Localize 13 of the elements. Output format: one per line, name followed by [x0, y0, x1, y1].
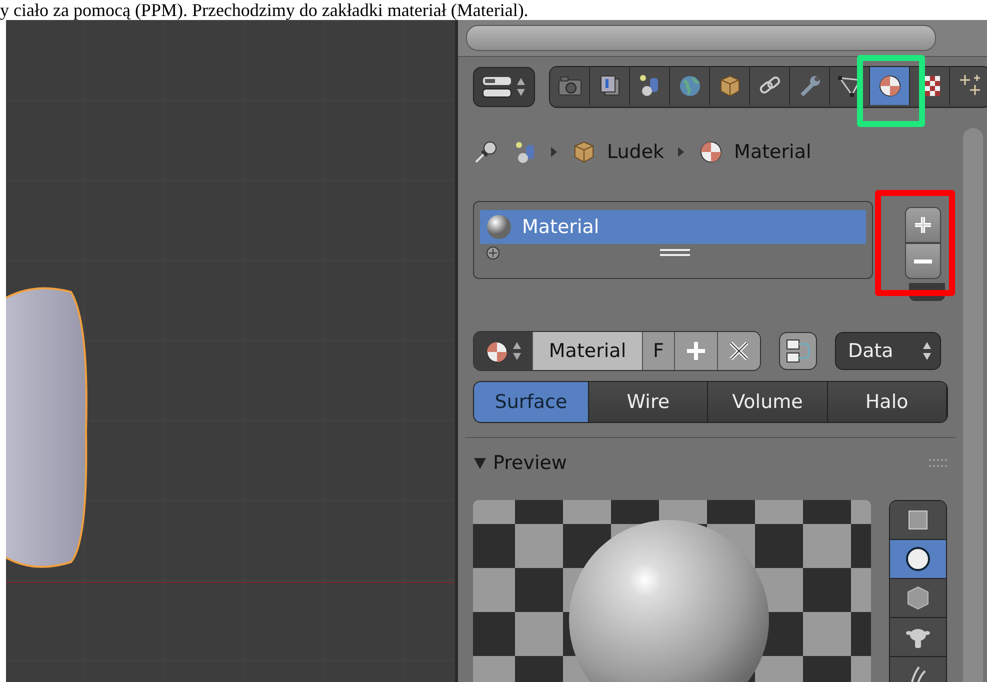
panel-title: Preview [493, 452, 567, 474]
material-name-field[interactable]: Material [533, 332, 643, 370]
breadcrumb-label: Material [734, 141, 812, 163]
panel-header[interactable]: Preview [473, 438, 948, 488]
material-type-tab[interactable]: Volume [708, 382, 828, 422]
fake-user-button[interactable]: F [643, 332, 675, 370]
material-type-tab[interactable]: Wire [589, 382, 708, 422]
breadcrumb-label: Ludek [607, 141, 664, 163]
material-type-tab[interactable]: Surface [474, 382, 589, 422]
material-slot[interactable]: Material [480, 210, 866, 244]
link-dropdown[interactable]: Data [834, 332, 941, 370]
material-type-tab[interactable]: Halo [828, 382, 947, 422]
caption-text: y ciało za pomocą (PPM). Przechodzimy do zakładki materiał (Material). [0, 0, 530, 20]
